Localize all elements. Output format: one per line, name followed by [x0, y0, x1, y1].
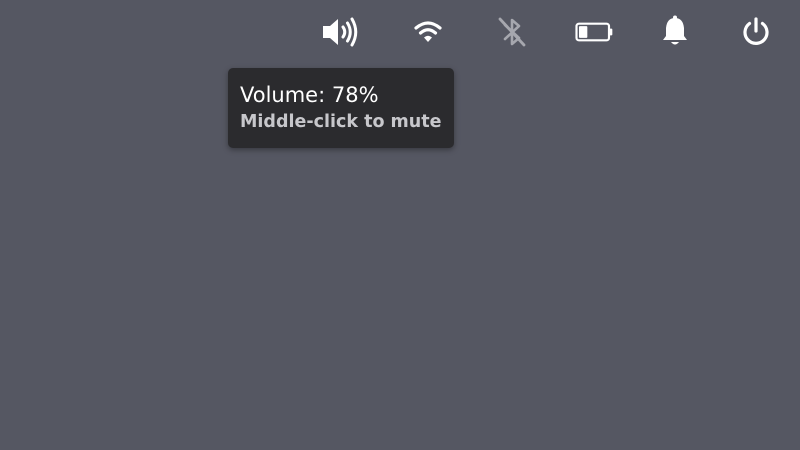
tooltip-title: Volume: 78%	[240, 83, 379, 107]
power-icon[interactable]	[736, 12, 776, 52]
tooltip-subtitle: Middle-click to mute	[240, 112, 442, 132]
wifi-icon[interactable]	[408, 12, 448, 52]
volume-icon[interactable]	[320, 12, 360, 52]
bluetooth-disabled-icon[interactable]	[492, 12, 532, 52]
bell-icon[interactable]	[655, 12, 695, 52]
battery-icon[interactable]	[574, 12, 614, 52]
system-tray	[0, 0, 800, 64]
volume-tooltip: Volume: 78% Middle-click to mute	[228, 68, 454, 148]
